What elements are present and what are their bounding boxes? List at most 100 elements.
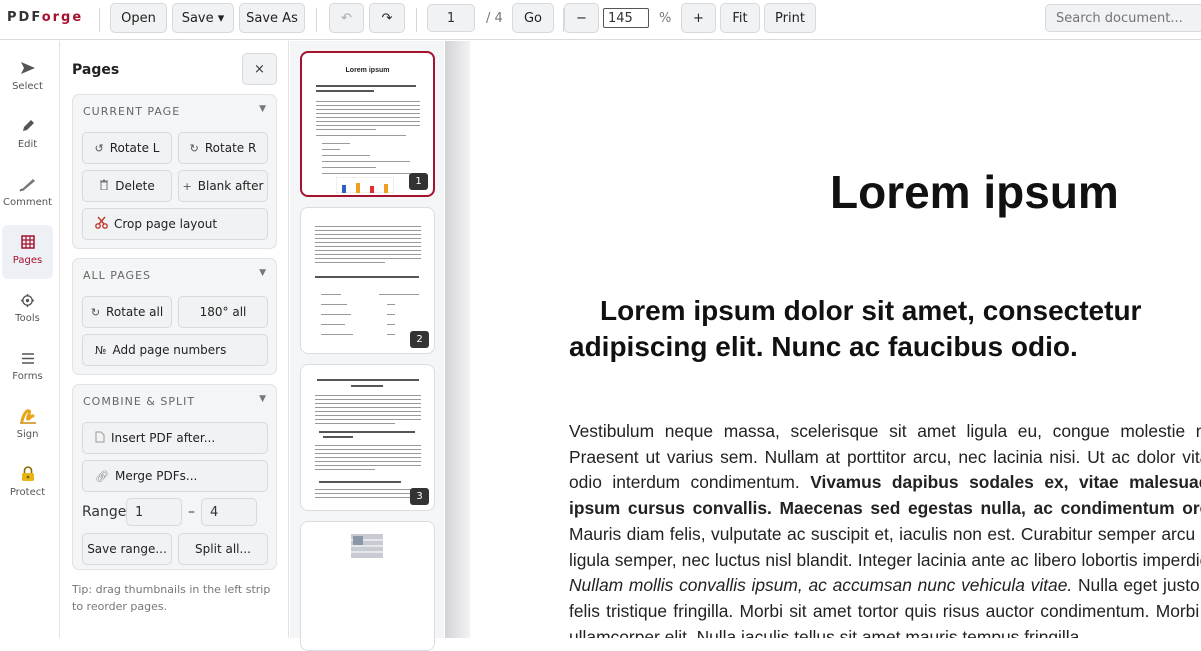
collapse-icon[interactable]: ▼ (259, 104, 266, 114)
document-heading: Lorem ipsum dolor sit amet, consectetur … (569, 295, 1142, 362)
cursor-icon (20, 57, 36, 79)
rail-item-select[interactable]: Select (2, 51, 53, 105)
blank-after-button[interactable]: + Blank after (178, 170, 268, 202)
toolbar: PDForge Open Save ▾ Save As ↶ ↷ / 4 Go −… (0, 0, 1201, 40)
rotate-left-icon: ↺ (94, 141, 104, 155)
rail-item-sign[interactable]: Sign (2, 399, 53, 453)
rail-item-label: Forms (12, 371, 43, 382)
tool-rail: Select Edit Comment Pages Tools Forms Si… (0, 41, 60, 638)
range-label: Range (82, 504, 127, 520)
scissors-icon (95, 216, 108, 232)
fit-button[interactable]: Fit (720, 3, 760, 33)
page-gutter (445, 41, 470, 638)
document-paragraph: Vestibulum neque massa, scelerisque sit … (569, 421, 1201, 638)
gear-icon (20, 289, 35, 311)
rail-item-label: Edit (17, 139, 38, 150)
collapse-icon[interactable]: ▼ (259, 268, 266, 278)
search-input[interactable] (1045, 4, 1201, 32)
panel-title: Pages (72, 62, 120, 78)
page-thumbnail[interactable]: Lorem ipsum 1 (300, 51, 435, 197)
redo-button[interactable]: ↷ (369, 3, 405, 33)
page-thumbnail[interactable]: 2 (300, 207, 435, 354)
all-pages-group: ALL PAGES ▼ ↻ Rotate all 180° all № Add pa… (72, 258, 277, 375)
crop-page-button[interactable]: Crop page layout (82, 208, 268, 240)
group-heading: ALL PAGES (83, 269, 151, 282)
document-page: Lorem ipsum Lorem ipsum dolor sit amet, … (470, 41, 1201, 638)
page-total: / 4 (486, 11, 503, 26)
combine-split-group: COMBINE & SPLIT ▼ Insert PDF after... 🔗︎… (72, 384, 277, 570)
tip-text: Tip: drag thumbnails in the left strip t… (72, 583, 271, 613)
thumbnail-strip: Lorem ipsum 1 2 3 (290, 41, 444, 651)
insert-pdf-button[interactable]: Insert PDF after... (82, 422, 268, 454)
pages-panel: Pages × CURRENT PAGE ▼ ↺ Rotate L ↻ Rotate… (61, 41, 289, 638)
rail-item-pages[interactable]: Pages (2, 225, 53, 279)
document-viewer[interactable]: Lorem ipsum Lorem ipsum dolor sit amet, … (445, 41, 1201, 638)
rail-item-edit[interactable]: Edit (2, 109, 53, 163)
add-page-numbers-button[interactable]: № Add page numbers (82, 334, 268, 366)
zoom-in-button[interactable]: + (681, 3, 716, 33)
document-title: Lorem ipsum (830, 166, 1119, 218)
rail-item-tools[interactable]: Tools (2, 283, 53, 337)
signature-icon (18, 405, 38, 427)
rail-item-protect[interactable]: Protect (2, 457, 53, 511)
rail-item-label: Protect (9, 487, 46, 498)
rail-item-label: Pages (12, 255, 43, 266)
toolbar-divider (99, 8, 100, 32)
thumbnail-number: 2 (410, 331, 429, 348)
delete-page-button[interactable]: Delete (82, 170, 172, 202)
rotate-180-button[interactable]: 180° all (178, 296, 268, 328)
rail-item-label: Tools (15, 313, 40, 324)
rotate-right-button[interactable]: ↻ Rotate R (178, 132, 268, 164)
rotate-right-icon: ↻ (189, 141, 199, 155)
chart-image (336, 177, 394, 193)
rail-item-label: Sign (16, 429, 39, 440)
link-icon: 🔗︎ (95, 469, 109, 483)
range-to-input[interactable] (201, 498, 257, 526)
close-panel-button[interactable]: × (242, 53, 277, 85)
range-dash: – (188, 504, 195, 520)
plus-icon: + (182, 179, 192, 193)
undo-button[interactable]: ↶ (329, 3, 364, 33)
rotate-left-button[interactable]: ↺ Rotate L (82, 132, 172, 164)
list-icon (21, 347, 35, 369)
rail-item-label: Comment (3, 197, 52, 208)
collapse-icon[interactable]: ▼ (259, 394, 266, 404)
rotate-all-button[interactable]: ↻ Rotate all (82, 296, 172, 328)
range-from-input[interactable] (126, 498, 182, 526)
save-button[interactable]: Save ▾ (172, 3, 234, 33)
group-heading: COMBINE & SPLIT (83, 395, 196, 408)
current-page-group: CURRENT PAGE ▼ ↺ Rotate L ↻ Rotate R Delet… (72, 94, 277, 249)
grid-icon (20, 231, 35, 253)
document-icon (95, 431, 105, 446)
rail-item-label: Select (12, 81, 43, 92)
lock-icon (21, 463, 35, 485)
rotate-right-icon: ↻ (90, 305, 101, 319)
app-logo: PDForge (7, 10, 84, 25)
page-thumbnail[interactable] (300, 521, 435, 651)
merge-pdfs-button[interactable]: 🔗︎ Merge PDFs... (82, 460, 268, 492)
split-all-button[interactable]: Split all... (178, 533, 268, 565)
go-button[interactable]: Go (512, 3, 554, 33)
image-placeholder-icon (351, 534, 383, 558)
toolbar-divider (416, 8, 417, 32)
numero-icon: № (95, 343, 107, 357)
save-range-button[interactable]: Save range... (82, 533, 172, 565)
save-as-button[interactable]: Save As (239, 3, 305, 33)
zoom-percent-label: % (659, 11, 672, 26)
open-button[interactable]: Open (110, 3, 167, 33)
zoom-input[interactable] (603, 8, 649, 28)
page-number-input[interactable] (427, 4, 475, 32)
group-heading: CURRENT PAGE (83, 105, 181, 118)
rail-item-comment[interactable]: Comment (2, 167, 53, 221)
page-thumbnail[interactable]: 3 (300, 364, 435, 511)
thumbnail-title: Lorem ipsum (345, 67, 390, 74)
print-button[interactable]: Print (764, 3, 816, 33)
thumbnail-number: 1 (409, 173, 428, 190)
trash-icon (99, 179, 109, 193)
toolbar-divider (316, 8, 317, 32)
thumbnail-number: 3 (410, 488, 429, 505)
zoom-out-button[interactable]: − (564, 3, 599, 33)
pen-icon (18, 173, 37, 195)
rail-item-forms[interactable]: Forms (2, 341, 53, 395)
pencil-icon (20, 115, 36, 137)
